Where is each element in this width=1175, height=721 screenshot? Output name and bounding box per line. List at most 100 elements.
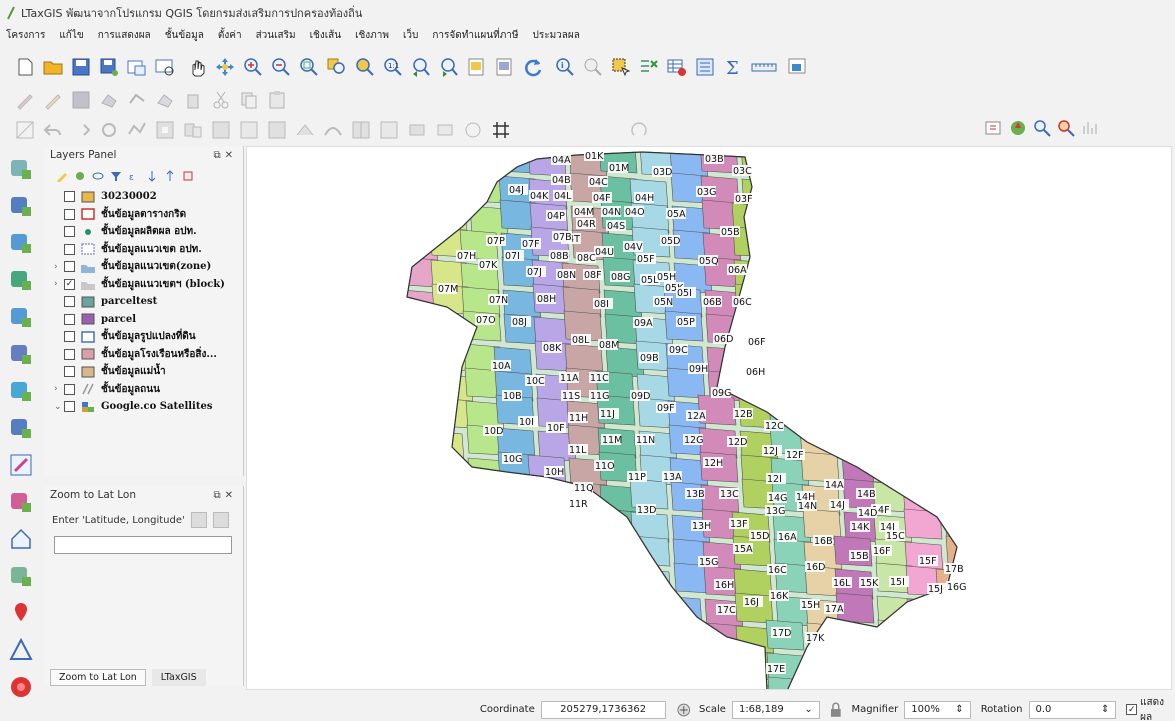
layer-visibility-checkbox[interactable] — [64, 243, 75, 255]
block-polygon[interactable] — [942, 147, 981, 177]
block-polygon[interactable] — [499, 508, 539, 540]
block-polygon[interactable] — [425, 430, 465, 462]
block-polygon[interactable] — [565, 676, 605, 690]
block-polygon[interactable] — [562, 595, 602, 627]
layer-visibility-checkbox[interactable] — [64, 208, 75, 220]
pin-layer-icon[interactable] — [984, 118, 1004, 138]
block-polygon[interactable] — [872, 172, 912, 204]
home-icon[interactable] — [8, 526, 34, 552]
map-render[interactable]: 04A 01K 03B 03C 01M 03D 04B 04C 04J 04K 04L 04F 04H 0… — [247, 147, 1172, 690]
block-polygon[interactable] — [901, 147, 941, 174]
lock-scale-icon[interactable] — [830, 702, 842, 718]
block-polygon[interactable] — [801, 175, 841, 207]
block-polygon[interactable] — [876, 286, 916, 318]
block-polygon[interactable] — [394, 370, 433, 402]
collapse-all-icon[interactable] — [164, 170, 176, 182]
menu-item[interactable]: เชิงเส้น — [310, 28, 341, 43]
block-polygon[interactable] — [840, 430, 880, 462]
layer-row[interactable]: ชั้นข้อมูลโรงเรือนหรือสิ่ง... — [44, 346, 243, 364]
move-feature-icon[interactable] — [154, 89, 176, 111]
block-polygon[interactable] — [399, 508, 438, 540]
block-polygon[interactable] — [433, 649, 473, 681]
simplify-feature-icon[interactable] — [126, 119, 148, 141]
block-polygon[interactable] — [773, 229, 813, 261]
block-polygon[interactable] — [532, 592, 572, 624]
tab-ltaxgis[interactable]: LTaxGIS — [151, 668, 206, 686]
layer-row[interactable]: parceltest — [44, 293, 243, 311]
merge-features-icon[interactable] — [406, 119, 428, 141]
deselect-icon[interactable] — [638, 56, 660, 78]
block-polygon[interactable] — [937, 625, 976, 657]
block-polygon[interactable] — [800, 147, 840, 174]
block-polygon[interactable] — [836, 625, 876, 657]
block-polygon[interactable] — [531, 568, 571, 600]
block-polygon[interactable] — [571, 538, 611, 570]
layer-row[interactable]: parcel — [44, 311, 243, 329]
advanced-digitizing-icon[interactable] — [14, 119, 36, 141]
layout-manager-icon[interactable] — [154, 56, 176, 78]
menu-item[interactable]: ชั้นข้อมูล — [165, 28, 204, 43]
block-polygon[interactable] — [604, 622, 644, 654]
block-polygon[interactable] — [463, 652, 503, 684]
layer-row[interactable]: ชั้นข้อมูลแม่น้ำ — [44, 363, 243, 381]
float-panel-icon[interactable]: ⧉ — [213, 150, 224, 161]
block-polygon[interactable] — [908, 646, 948, 678]
block-polygon[interactable] — [603, 598, 643, 630]
layer-row[interactable]: › ✓ ชั้นข้อมูลแนวเขตฯ (block) — [44, 276, 243, 294]
toggle-editing-icon[interactable] — [42, 89, 64, 111]
block-polygon[interactable] — [837, 649, 877, 681]
new-3d-view-icon[interactable] — [494, 56, 516, 78]
block-polygon[interactable] — [498, 484, 538, 516]
block-polygon[interactable] — [842, 178, 882, 210]
block-polygon[interactable] — [602, 565, 642, 597]
close-panel-icon[interactable]: ✕ — [225, 150, 237, 161]
block-polygon[interactable] — [398, 175, 437, 207]
split-features-icon[interactable] — [350, 119, 372, 141]
pin-marker-icon[interactable] — [8, 600, 34, 626]
add-ring-icon[interactable] — [154, 119, 176, 141]
block-polygon[interactable] — [464, 676, 504, 690]
block-polygon[interactable] — [427, 478, 467, 510]
refresh-icon[interactable] — [522, 56, 544, 78]
block-polygon[interactable] — [564, 652, 604, 684]
layer-row[interactable]: › ชั้นข้อมูลถนน — [44, 381, 243, 399]
block-polygon[interactable] — [461, 595, 501, 627]
block-polygon[interactable] — [808, 679, 848, 690]
layer-visibility-checkbox[interactable] — [64, 401, 75, 413]
block-polygon[interactable] — [426, 454, 466, 486]
block-polygon[interactable] — [494, 679, 534, 690]
block-polygon[interactable] — [907, 622, 947, 654]
block-polygon[interactable] — [666, 676, 706, 690]
triangle-tool-icon[interactable] — [8, 637, 34, 663]
save-as-icon[interactable] — [98, 56, 120, 78]
block-polygon[interactable] — [636, 682, 676, 690]
block-polygon[interactable] — [467, 149, 507, 180]
block-polygon[interactable] — [634, 625, 674, 657]
block-polygon[interactable] — [841, 147, 881, 177]
zoom-lens-icon[interactable] — [1032, 118, 1052, 138]
block-polygon[interactable] — [771, 172, 811, 204]
layer-visibility-checkbox[interactable] — [64, 226, 75, 238]
block-polygon[interactable] — [570, 514, 610, 546]
layer-visibility-checkbox[interactable] — [64, 366, 75, 378]
block-polygon[interactable] — [633, 592, 673, 624]
pan-to-selection-icon[interactable] — [214, 56, 236, 78]
block-polygon[interactable] — [945, 226, 984, 258]
block-polygon[interactable] — [468, 481, 508, 513]
delete-selected-icon[interactable] — [182, 89, 204, 111]
zoom-clear-button[interactable] — [212, 512, 229, 528]
block-polygon[interactable] — [833, 226, 873, 258]
grid-icon[interactable] — [490, 119, 512, 141]
block-polygon[interactable] — [493, 646, 533, 678]
merge-attributes-icon[interactable] — [434, 119, 456, 141]
block-polygon[interactable] — [432, 316, 472, 348]
block-polygon[interactable] — [397, 451, 436, 483]
new-project-icon[interactable] — [14, 56, 36, 78]
block-polygon[interactable] — [941, 430, 980, 462]
sum-icon[interactable]: Σ — [722, 56, 744, 78]
block-polygon[interactable] — [430, 568, 470, 600]
copy-icon[interactable] — [238, 89, 260, 111]
block-polygon[interactable] — [868, 367, 908, 399]
block-polygon[interactable] — [529, 511, 569, 543]
block-polygon[interactable] — [502, 598, 542, 630]
